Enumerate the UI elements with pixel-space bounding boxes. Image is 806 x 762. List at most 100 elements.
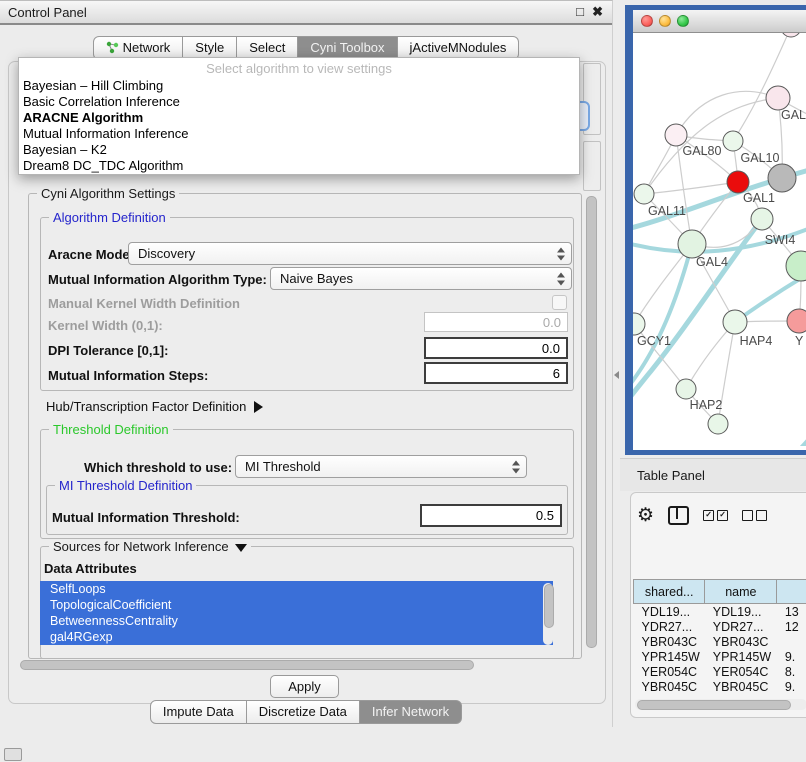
table-cell: YBL079W <box>634 694 705 697</box>
network-node[interactable] <box>781 33 801 37</box>
attribute-list-item[interactable]: SelfLoops <box>40 581 553 597</box>
table-cell: YDL19... <box>705 604 777 620</box>
aracne-mode-value: Discovery <box>129 246 195 261</box>
algorithm-option[interactable]: Basic Correlation Inference <box>19 94 579 110</box>
column-header[interactable]: name <box>705 580 777 604</box>
table-cell: YER054C <box>634 664 705 679</box>
mi-threshold-field[interactable] <box>420 504 562 527</box>
panel-splitter-handle[interactable] <box>614 371 619 379</box>
network-node[interactable] <box>751 208 773 230</box>
column-header[interactable] <box>777 580 806 604</box>
algorithm-option[interactable]: Bayesian – Hill Climbing <box>19 78 579 94</box>
network-node[interactable] <box>787 309 806 333</box>
dpi-tolerance-field[interactable] <box>424 337 568 359</box>
tab-impute-data[interactable]: Impute Data <box>150 700 247 724</box>
algorithm-option[interactable]: Mutual Information Inference <box>19 126 579 142</box>
mi-type-combobox[interactable]: Naive Bayes <box>270 267 572 290</box>
columns-icon[interactable] <box>668 506 689 525</box>
tab-discretize-data[interactable]: Discretize Data <box>247 700 360 724</box>
mi-steps-field[interactable] <box>424 362 568 384</box>
network-node[interactable] <box>634 184 654 204</box>
node-label: GAL <box>781 108 806 122</box>
attribute-list-item[interactable]: gal4RGexp <box>40 629 553 645</box>
network-node[interactable] <box>768 164 796 192</box>
select-all-columns-icon[interactable]: ✓✓ <box>703 510 728 521</box>
hub-factor-expander[interactable]: Hub/Transcription Factor Definition <box>46 399 263 414</box>
table-row[interactable]: YDR27...YDR27...12 <box>634 619 806 634</box>
node-label: SWI4 <box>765 233 796 247</box>
aracne-mode-label: Aracne Mode: <box>48 247 134 262</box>
minimize-traffic-light-icon[interactable] <box>659 15 671 27</box>
tab-infer-network[interactable]: Infer Network <box>360 700 462 724</box>
data-attributes-list[interactable]: SelfLoopsTopologicalCoefficientBetweenne… <box>40 581 557 655</box>
which-threshold-value: MI Threshold <box>236 459 321 474</box>
algorithm-option[interactable]: Dream8 DC_TDC Algorithm <box>19 158 579 174</box>
table-clip: shared...name YDL19...YDL19...13YDR27...… <box>631 535 806 697</box>
table-row[interactable]: YBR043CYBR043C <box>634 634 806 649</box>
table-panel-title: Table Panel <box>620 468 705 483</box>
table-row[interactable]: YPR145WYPR145W9. <box>634 649 806 664</box>
zoom-traffic-light-icon[interactable] <box>677 15 689 27</box>
manual-kernel-checkbox[interactable] <box>552 295 567 310</box>
tab-select-label: Select <box>249 40 285 55</box>
network-edge <box>644 182 738 194</box>
node-label: GAL4 <box>696 255 728 269</box>
scrollbar-thumb[interactable] <box>637 700 791 710</box>
table-row[interactable]: YDL19...YDL19...13 <box>634 604 806 620</box>
attribute-list-item[interactable]: BetweennessCentrality <box>40 613 553 629</box>
network-node[interactable] <box>708 414 728 434</box>
algorithm-popup-header: Select algorithm to view settings <box>19 58 579 78</box>
scrollbar-thumb[interactable] <box>20 660 474 670</box>
bottom-tabbar: Impute Data Discretize Data Infer Networ… <box>0 700 612 724</box>
aracne-mode-combobox[interactable]: Discovery <box>128 242 572 265</box>
which-threshold-combobox[interactable]: MI Threshold <box>235 455 527 478</box>
tab-discretize-data-label: Discretize Data <box>259 704 347 719</box>
which-threshold-label: Which threshold to use: <box>84 460 232 475</box>
algorithm-popup-list: Bayesian – Hill ClimbingBasic Correlatio… <box>19 78 579 174</box>
table-cell: YPR145W <box>634 649 705 664</box>
mi-threshold-label: Mutual Information Threshold: <box>52 510 240 525</box>
scrollbar-thumb[interactable] <box>586 196 597 648</box>
network-node[interactable] <box>727 171 749 193</box>
float-window-icon[interactable]: □ <box>576 4 584 19</box>
node-attribute-table: shared...name YDL19...YDL19...13YDR27...… <box>633 579 806 697</box>
sources-group-title-row[interactable]: Sources for Network Inference <box>49 539 251 554</box>
stepper-arrows-icon <box>557 272 566 285</box>
table-cell: 8. <box>777 664 806 679</box>
table-row[interactable]: YBL079WYBL079W <box>634 694 806 697</box>
table-cell: 12 <box>777 619 806 634</box>
mi-type-value: Naive Bayes <box>271 271 353 286</box>
kernel-width-field[interactable] <box>424 312 568 332</box>
network-node[interactable] <box>723 310 747 334</box>
network-node[interactable] <box>665 124 687 146</box>
network-node[interactable] <box>676 379 696 399</box>
algorithm-option[interactable]: Bayesian – K2 <box>19 142 579 158</box>
table-row[interactable]: YER054CYER054C8. <box>634 664 806 679</box>
mi-steps-label: Mutual Information Steps: <box>48 368 208 383</box>
attribute-list-item[interactable]: TopologicalCoefficient <box>40 597 553 613</box>
node-label: GCY1 <box>637 334 671 348</box>
data-attributes-label: Data Attributes <box>44 561 137 576</box>
scrollbar-thumb[interactable] <box>544 584 554 628</box>
table-toolbar: ⚙ ✓✓ <box>637 503 806 527</box>
table-row[interactable]: YBR045CYBR045C9. <box>634 679 806 694</box>
settings-horizontal-scrollbar[interactable] <box>18 659 584 670</box>
network-node[interactable] <box>723 131 743 151</box>
apply-button[interactable]: Apply <box>270 675 339 698</box>
table-horizontal-scrollbar[interactable] <box>635 699 806 710</box>
network-canvas[interactable]: GALGAL80GAL10GAL1GAL11SWI4GAL4GCY1HAP4YH… <box>633 33 806 446</box>
gear-icon[interactable]: ⚙ <box>637 506 654 525</box>
column-header[interactable]: shared... <box>634 580 705 604</box>
network-node[interactable] <box>786 251 806 281</box>
attribute-list-scrollbar[interactable] <box>543 583 553 645</box>
close-traffic-light-icon[interactable] <box>641 15 653 27</box>
table-cell: YDL19... <box>634 604 705 620</box>
network-node[interactable] <box>633 313 645 335</box>
close-window-icon[interactable]: ✖ <box>592 4 603 20</box>
network-node[interactable] <box>766 86 790 110</box>
settings-vertical-scrollbar[interactable] <box>584 193 597 655</box>
table-cell: YBR043C <box>634 634 705 649</box>
algorithm-option[interactable]: ARACNE Algorithm <box>19 110 579 126</box>
network-node[interactable] <box>678 230 706 258</box>
deselect-all-columns-icon[interactable] <box>742 510 767 521</box>
